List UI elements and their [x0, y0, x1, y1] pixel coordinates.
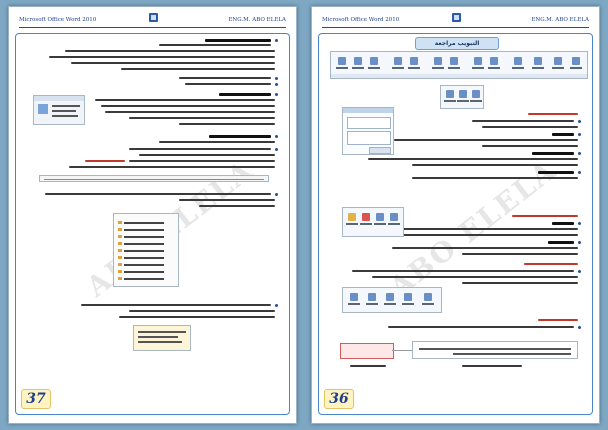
page-header: Microsoft Office Word 2010 ENG.M. ABO EL… [322, 13, 589, 28]
small-screenshot [133, 325, 191, 351]
page-37: Microsoft Office Word 2010 ENG.M. ABO EL… [8, 6, 297, 424]
track-changes-screenshot [33, 95, 85, 125]
proofing-group-screenshot [440, 85, 484, 109]
header-title: Microsoft Office Word 2010 [322, 17, 400, 23]
comments-group-screenshot [342, 207, 404, 237]
review-ribbon-screenshot [330, 51, 588, 79]
page-36: Microsoft Office Word 2010 ENG.M. ABO EL… [311, 6, 600, 424]
context-menu-screenshot [113, 213, 179, 287]
section-banner: التبويب مراجعة [415, 37, 499, 50]
page-header: Microsoft Office Word 2010 ENG.M. ABO EL… [19, 13, 286, 28]
comment-balloon [340, 343, 394, 359]
tracking-group-screenshot [342, 287, 442, 313]
page-number: 37 [21, 389, 51, 409]
header-author: ENG.M. ABO ELELA [228, 17, 286, 23]
word-logo-icon [148, 13, 158, 22]
dialog-screenshot [342, 107, 394, 155]
header-title: Microsoft Office Word 2010 [19, 17, 97, 23]
page-number: 36 [324, 389, 354, 409]
header-author: ENG.M. ABO ELELA [531, 17, 589, 23]
ruler-screenshot [39, 175, 269, 182]
document-text-box [412, 341, 578, 359]
word-logo-icon [451, 13, 461, 22]
